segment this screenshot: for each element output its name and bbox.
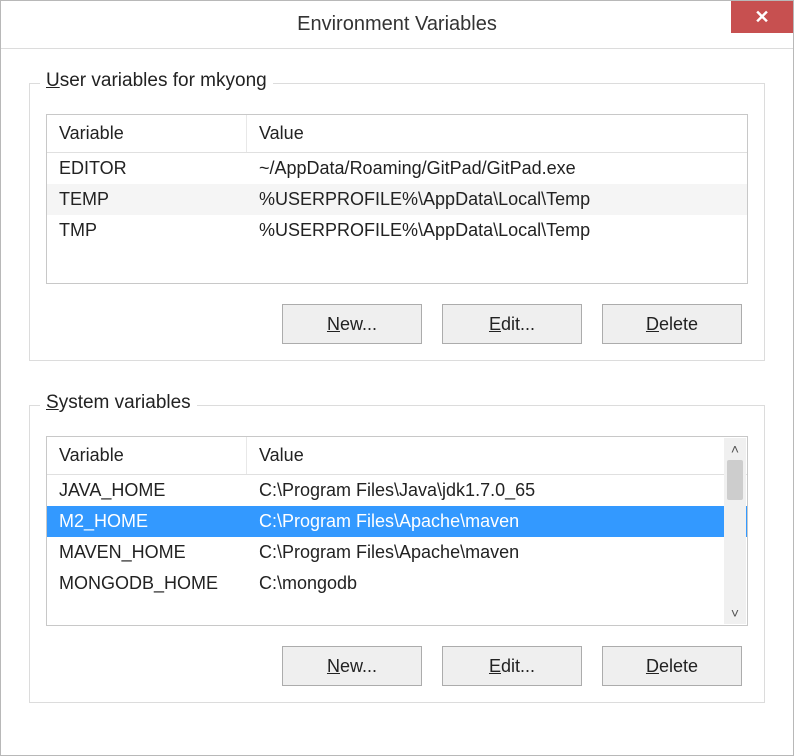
cell-value: C:\Program Files\Apache\maven <box>247 537 747 568</box>
table-row[interactable]: M2_HOMEC:\Program Files\Apache\maven <box>47 506 747 537</box>
scroll-thumb[interactable] <box>727 460 743 500</box>
scroll-up-icon[interactable]: ˄ <box>724 438 746 460</box>
system-group-label: System variables <box>40 392 197 414</box>
cell-value: %USERPROFILE%\AppData\Local\Temp <box>247 215 747 246</box>
table-row[interactable]: MAVEN_HOMEC:\Program Files\Apache\maven <box>47 537 747 568</box>
env-vars-dialog: Environment Variables ✕ User variables f… <box>0 0 794 756</box>
dialog-content: User variables for mkyong Variable Value… <box>1 49 793 723</box>
cell-value: C:\Program Files\Java\jdk1.7.0_65 <box>247 475 747 506</box>
system-variables-list[interactable]: Variable Value JAVA_HOMEC:\Program Files… <box>46 436 748 626</box>
cell-value: C:\mongodb <box>247 568 747 599</box>
col-header-variable[interactable]: Variable <box>47 437 247 474</box>
system-variables-group: System variables Variable Value JAVA_HOM… <box>29 405 765 703</box>
scrollbar[interactable]: ˄ ˅ <box>724 438 746 624</box>
user-buttons-row: New... Edit... Delete <box>46 304 748 344</box>
table-row[interactable]: MONGODB_HOMEC:\mongodb <box>47 568 747 599</box>
cell-variable: MONGODB_HOME <box>47 568 247 599</box>
dialog-title: Environment Variables <box>297 13 497 36</box>
cell-variable: EDITOR <box>47 153 247 184</box>
list-header: Variable Value <box>47 115 747 153</box>
cell-value: C:\Program Files\Apache\maven <box>247 506 747 537</box>
user-new-button[interactable]: New... <box>282 304 422 344</box>
system-buttons-row: New... Edit... Delete <box>46 646 748 686</box>
cell-variable: TEMP <box>47 184 247 215</box>
cell-variable: M2_HOME <box>47 506 247 537</box>
col-header-value[interactable]: Value <box>247 115 747 152</box>
table-row[interactable]: TMP%USERPROFILE%\AppData\Local\Temp <box>47 215 747 246</box>
titlebar: Environment Variables ✕ <box>1 1 793 49</box>
table-row[interactable]: EDITOR~/AppData/Roaming/GitPad/GitPad.ex… <box>47 153 747 184</box>
col-header-variable[interactable]: Variable <box>47 115 247 152</box>
list-body: JAVA_HOMEC:\Program Files\Java\jdk1.7.0_… <box>47 475 747 625</box>
list-header: Variable Value <box>47 437 747 475</box>
cell-value: %USERPROFILE%\AppData\Local\Temp <box>247 184 747 215</box>
cell-value: ~/AppData/Roaming/GitPad/GitPad.exe <box>247 153 747 184</box>
user-group-label: User variables for mkyong <box>40 70 273 92</box>
close-icon: ✕ <box>754 7 769 28</box>
user-variables-group: User variables for mkyong Variable Value… <box>29 83 765 361</box>
user-edit-button[interactable]: Edit... <box>442 304 582 344</box>
table-row[interactable]: TEMP%USERPROFILE%\AppData\Local\Temp <box>47 184 747 215</box>
list-body: EDITOR~/AppData/Roaming/GitPad/GitPad.ex… <box>47 153 747 283</box>
user-delete-button[interactable]: Delete <box>602 304 742 344</box>
close-button[interactable]: ✕ <box>731 1 793 33</box>
system-new-button[interactable]: New... <box>282 646 422 686</box>
cell-variable: JAVA_HOME <box>47 475 247 506</box>
col-header-value[interactable]: Value <box>247 437 747 474</box>
system-edit-button[interactable]: Edit... <box>442 646 582 686</box>
cell-variable: TMP <box>47 215 247 246</box>
system-delete-button[interactable]: Delete <box>602 646 742 686</box>
table-row[interactable]: JAVA_HOMEC:\Program Files\Java\jdk1.7.0_… <box>47 475 747 506</box>
scroll-down-icon[interactable]: ˅ <box>724 602 746 624</box>
cell-variable: MAVEN_HOME <box>47 537 247 568</box>
user-variables-list[interactable]: Variable Value EDITOR~/AppData/Roaming/G… <box>46 114 748 284</box>
